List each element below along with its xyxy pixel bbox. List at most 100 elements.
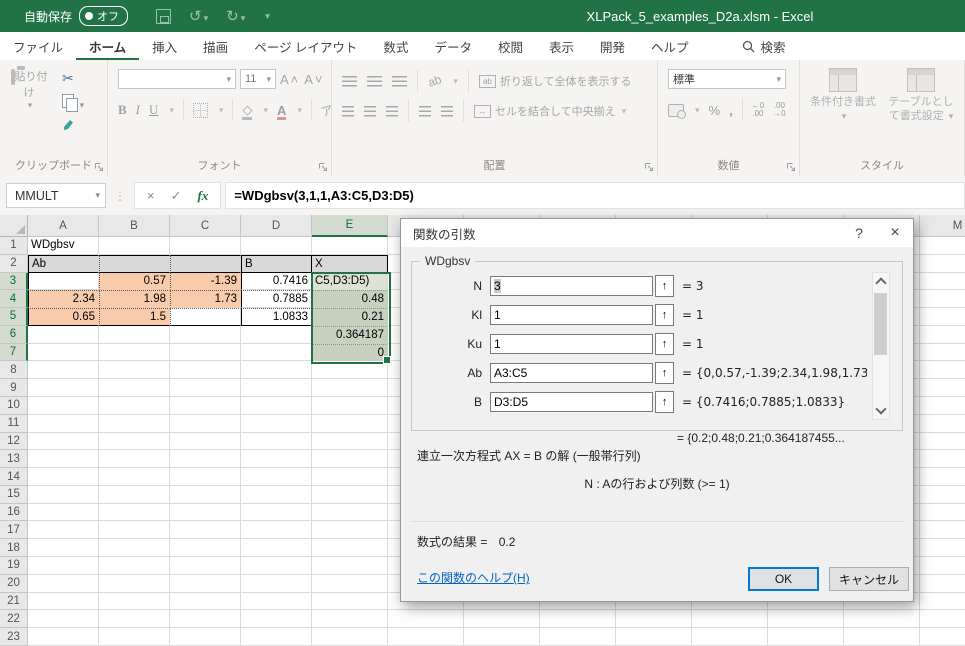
cell-E3[interactable]: C5,D3:D5) [312, 273, 388, 291]
cell-C13[interactable] [170, 450, 241, 468]
scroll-down-icon[interactable] [875, 403, 886, 414]
align-center-icon[interactable] [364, 106, 376, 117]
cell-M5[interactable] [920, 308, 965, 326]
cell-M20[interactable] [920, 575, 965, 593]
row-header-10[interactable]: 10 [0, 397, 28, 415]
font-name-combo[interactable]: ▾ [118, 69, 236, 89]
arg-input-B[interactable]: D3:D5 [490, 392, 653, 412]
cell-A12[interactable] [28, 433, 99, 451]
cell-K22[interactable] [768, 610, 844, 628]
cell-L22[interactable] [844, 610, 920, 628]
formula-input[interactable]: =WDgbsv(3,1,1,A3:C5,D3:D5) [225, 182, 965, 209]
cell-A18[interactable] [28, 539, 99, 557]
cell-B10[interactable] [99, 397, 170, 415]
align-middle-icon[interactable] [367, 76, 382, 87]
decrease-indent-icon[interactable] [419, 106, 431, 117]
cell-C17[interactable] [170, 521, 241, 539]
currency-format-icon[interactable] [668, 104, 684, 117]
cell-M10[interactable] [920, 397, 965, 415]
cell-M8[interactable] [920, 361, 965, 379]
redo-icon[interactable]: ↻▾ [226, 7, 245, 25]
cell-A19[interactable] [28, 557, 99, 575]
wrap-text-button[interactable]: ab 折り返して全体を表示する [479, 73, 632, 89]
cell-A10[interactable] [28, 397, 99, 415]
format-as-table-button[interactable]: テーブルとして書式設定 ▾ [884, 68, 958, 124]
cell-M21[interactable] [920, 593, 965, 611]
cell-C16[interactable] [170, 504, 241, 522]
confirm-entry-icon[interactable]: ✓ [171, 188, 182, 204]
cell-M4[interactable] [920, 290, 965, 308]
col-header-A[interactable]: A [28, 215, 99, 237]
row-header-7[interactable]: 7 [0, 344, 28, 362]
cell-B12[interactable] [99, 433, 170, 451]
tab-view[interactable]: 表示 [536, 32, 587, 61]
cell-B4[interactable]: 1.98 [99, 290, 170, 308]
cell-E18[interactable] [312, 539, 388, 557]
cell-B2[interactable] [99, 255, 170, 273]
number-dialog-launcher-icon[interactable] [786, 162, 796, 172]
row-header-18[interactable]: 18 [0, 539, 28, 557]
cell-E13[interactable] [312, 450, 388, 468]
cell-M3[interactable] [920, 273, 965, 291]
cell-I23[interactable] [616, 628, 692, 646]
cell-D16[interactable] [241, 504, 312, 522]
cell-M12[interactable] [920, 433, 965, 451]
search-box[interactable]: 検索 [742, 37, 786, 56]
tab-page-layout[interactable]: ページ レイアウト [241, 32, 370, 61]
range-selector-icon-Kl[interactable]: ↑ [655, 304, 674, 326]
tab-data[interactable]: データ [421, 32, 485, 61]
row-header-12[interactable]: 12 [0, 433, 28, 451]
font-size-combo[interactable]: 11▾ [240, 69, 276, 89]
cell-B23[interactable] [99, 628, 170, 646]
cell-A23[interactable] [28, 628, 99, 646]
paste-dropdown-icon[interactable]: ▾ [8, 100, 52, 111]
cell-B11[interactable] [99, 415, 170, 433]
cell-C22[interactable] [170, 610, 241, 628]
percent-format-icon[interactable]: % [709, 103, 721, 118]
fill-handle[interactable] [383, 356, 391, 364]
cell-G22[interactable] [464, 610, 540, 628]
function-help-link[interactable]: この関数のヘルプ(H) [417, 569, 530, 586]
cell-D5[interactable]: 1.0833 [241, 308, 312, 326]
row-header-4[interactable]: 4 [0, 290, 28, 308]
row-header-23[interactable]: 23 [0, 628, 28, 646]
align-top-icon[interactable] [342, 76, 357, 87]
cell-A20[interactable] [28, 575, 99, 593]
tab-draw[interactable]: 描画 [190, 32, 241, 61]
fill-color-icon[interactable]: ◇ [242, 102, 252, 118]
cell-D9[interactable] [241, 379, 312, 397]
copy-button[interactable]: ▾ [62, 94, 84, 111]
cell-D14[interactable] [241, 468, 312, 486]
ok-button[interactable]: OK [748, 567, 819, 591]
cell-A21[interactable] [28, 593, 99, 611]
cell-D2[interactable]: B [241, 255, 312, 273]
cell-B8[interactable] [99, 361, 170, 379]
col-header-E[interactable]: E [312, 215, 388, 237]
cell-D4[interactable]: 0.7885 [241, 290, 312, 308]
row-header-1[interactable]: 1 [0, 237, 28, 255]
cell-C12[interactable] [170, 433, 241, 451]
cell-A3[interactable] [28, 273, 99, 291]
shrink-font-icon[interactable]: A˅ [304, 72, 324, 87]
customize-qat-icon[interactable]: ▾ [265, 11, 270, 22]
cell-M18[interactable] [920, 539, 965, 557]
cell-E17[interactable] [312, 521, 388, 539]
increase-indent-icon[interactable] [441, 106, 453, 117]
row-header-2[interactable]: 2 [0, 255, 28, 273]
cell-B6[interactable] [99, 326, 170, 344]
cell-M13[interactable] [920, 450, 965, 468]
cell-C11[interactable] [170, 415, 241, 433]
cell-I22[interactable] [616, 610, 692, 628]
cancel-entry-icon[interactable]: × [147, 188, 155, 203]
row-header-17[interactable]: 17 [0, 521, 28, 539]
row-header-14[interactable]: 14 [0, 468, 28, 486]
cell-E9[interactable] [312, 379, 388, 397]
decrease-decimal-icon[interactable]: .00→0 [773, 102, 785, 118]
cell-D1[interactable] [241, 237, 312, 255]
cell-G23[interactable] [464, 628, 540, 646]
cell-M23[interactable] [920, 628, 965, 646]
cell-C15[interactable] [170, 486, 241, 504]
cell-A1[interactable]: WDgbsv [28, 237, 99, 255]
cell-E12[interactable] [312, 433, 388, 451]
row-header-6[interactable]: 6 [0, 326, 28, 344]
